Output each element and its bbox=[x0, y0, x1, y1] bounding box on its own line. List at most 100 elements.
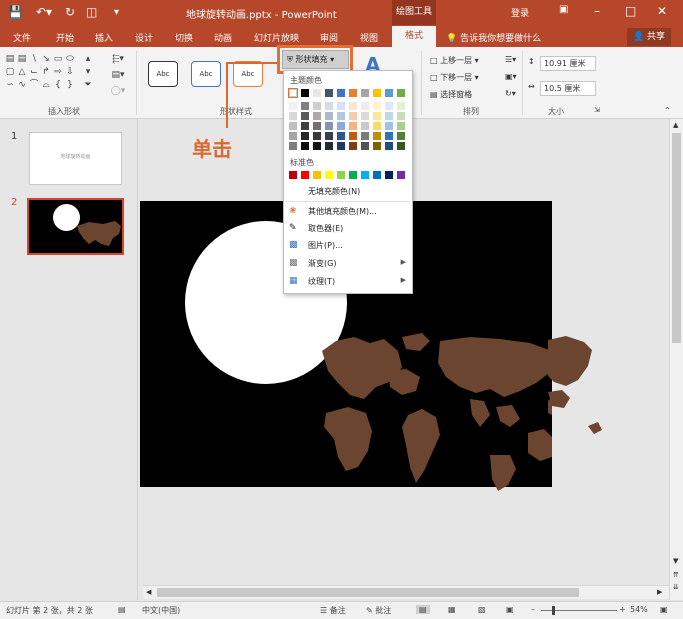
theme-shade-swatch[interactable] bbox=[313, 102, 321, 110]
theme-shade-swatch[interactable] bbox=[385, 102, 393, 110]
tab-review[interactable]: 审阅 bbox=[320, 31, 338, 44]
vertical-scroll-thumb[interactable] bbox=[672, 133, 681, 343]
textbox-vertical-shape-icon[interactable]: ▤ bbox=[17, 55, 27, 64]
merge-shapes-icon[interactable]: ◯▾ bbox=[110, 87, 126, 96]
shape-height-input[interactable]: 10.91 厘米 bbox=[540, 56, 596, 71]
theme-color-swatch[interactable] bbox=[385, 89, 393, 97]
share-button[interactable]: 👤 共享 bbox=[627, 28, 671, 46]
theme-shade-swatch[interactable] bbox=[301, 142, 309, 150]
theme-color-swatch[interactable] bbox=[288, 88, 298, 98]
theme-shade-swatch[interactable] bbox=[373, 122, 381, 130]
right-arrow-shape-icon[interactable]: ⇨ bbox=[53, 68, 63, 77]
menu-item-more-fill-colors[interactable]: ❀ 其他填充颜色(M)... bbox=[284, 203, 412, 220]
zoom-out-icon[interactable]: – bbox=[531, 605, 535, 614]
slide-sorter-view-icon[interactable]: ▦ bbox=[448, 605, 456, 614]
theme-shade-swatch[interactable] bbox=[397, 102, 405, 110]
edit-shape-icon[interactable]: ⬱▾ bbox=[110, 55, 126, 64]
theme-shade-swatch[interactable] bbox=[337, 132, 345, 140]
arc-shape-icon[interactable]: ⌒ bbox=[29, 81, 39, 90]
slideshow-view-icon[interactable]: ▣ bbox=[506, 605, 514, 614]
menu-item-gradient[interactable]: ▩ 渐变(G) ▶ bbox=[284, 255, 412, 272]
tab-design[interactable]: 设计 bbox=[135, 31, 153, 44]
elbow-connector-shape-icon[interactable]: ⌙ bbox=[29, 68, 39, 77]
zoom-level[interactable]: 54% bbox=[630, 605, 648, 614]
redo-icon[interactable]: ↻ bbox=[65, 5, 75, 19]
tab-insert[interactable]: 插入 bbox=[95, 31, 113, 44]
spelling-check-icon[interactable]: ▤ bbox=[118, 605, 126, 614]
tab-view[interactable]: 视图 bbox=[360, 31, 378, 44]
arrow-line-shape-icon[interactable]: ↘ bbox=[41, 55, 51, 64]
slide-thumbnail-2[interactable] bbox=[27, 198, 124, 255]
customize-toolbar-icon[interactable]: ▾ bbox=[114, 7, 119, 18]
theme-color-swatch[interactable] bbox=[325, 89, 333, 97]
language-indicator[interactable]: 中文(中国) bbox=[142, 605, 180, 616]
standard-color-swatch[interactable] bbox=[289, 171, 297, 179]
brace-shape-icon[interactable]: } bbox=[65, 81, 75, 90]
standard-color-swatch[interactable] bbox=[385, 171, 393, 179]
undo-icon[interactable]: ↶▾ bbox=[36, 5, 52, 19]
theme-shade-swatch[interactable] bbox=[385, 122, 393, 130]
standard-color-swatch[interactable] bbox=[349, 171, 357, 179]
theme-color-swatch[interactable] bbox=[397, 89, 405, 97]
tab-slideshow[interactable]: 幻灯片放映 bbox=[254, 31, 299, 44]
brace-shape-icon[interactable]: { bbox=[53, 81, 63, 90]
theme-shade-swatch[interactable] bbox=[313, 122, 321, 130]
menu-item-picture[interactable]: ▩ 图片(P)... bbox=[284, 237, 412, 254]
theme-shade-swatch[interactable] bbox=[289, 112, 297, 120]
previous-slide-icon[interactable]: ⇈ bbox=[673, 571, 679, 579]
shapes-gallery[interactable]: ▤ ▤ ∖ ↘ ▭ ⬭ ▢ △ ⌙ ↱ ⇨ ⇩ ∽ ∿ ⌒ ⌓ { } ▴ ▾ … bbox=[5, 55, 103, 97]
theme-shade-swatch[interactable] bbox=[337, 142, 345, 150]
theme-shade-swatch[interactable] bbox=[337, 112, 345, 120]
theme-shade-swatch[interactable] bbox=[373, 112, 381, 120]
align-icon[interactable]: ☰▾ bbox=[505, 55, 516, 64]
zoom-slider-thumb[interactable] bbox=[552, 606, 555, 615]
close-icon[interactable]: ✕ bbox=[657, 4, 667, 18]
down-arrow-shape-icon[interactable]: ⇩ bbox=[65, 68, 75, 77]
fit-slide-to-window-icon[interactable]: ▣ bbox=[660, 605, 668, 614]
theme-color-swatch[interactable] bbox=[313, 89, 321, 97]
gallery-scroll-down-icon[interactable]: ▾ bbox=[83, 68, 93, 77]
standard-color-swatch[interactable] bbox=[337, 171, 345, 179]
theme-shade-swatch[interactable] bbox=[325, 112, 333, 120]
theme-shade-swatch[interactable] bbox=[325, 132, 333, 140]
theme-shade-swatch[interactable] bbox=[373, 132, 381, 140]
text-box-icon[interactable]: ▤▾ bbox=[110, 71, 126, 80]
theme-shade-swatch[interactable] bbox=[397, 132, 405, 140]
vertical-scrollbar[interactable]: ▲ ▼ ⇈ ⇊ bbox=[669, 119, 683, 600]
scroll-up-icon[interactable]: ▲ bbox=[673, 121, 678, 129]
theme-shade-swatch[interactable] bbox=[385, 132, 393, 140]
collapse-ribbon-icon[interactable]: ⌃ bbox=[664, 106, 671, 115]
scroll-left-icon[interactable]: ◀ bbox=[146, 588, 151, 596]
send-backward-button[interactable]: □ 下移一层 ▾ bbox=[430, 72, 479, 83]
notes-button[interactable]: ☰ 备注 bbox=[320, 605, 346, 616]
standard-color-swatch[interactable] bbox=[361, 171, 369, 179]
theme-color-swatch[interactable] bbox=[301, 89, 309, 97]
rounded-rectangle-shape-icon[interactable]: ▢ bbox=[5, 68, 15, 77]
theme-shade-swatch[interactable] bbox=[325, 122, 333, 130]
bent-arrow-shape-icon[interactable]: ↱ bbox=[41, 68, 51, 77]
minimize-icon[interactable]: – bbox=[594, 4, 600, 18]
triangle-shape-icon[interactable]: △ bbox=[17, 68, 27, 77]
theme-shade-swatch[interactable] bbox=[349, 112, 357, 120]
theme-shade-swatch[interactable] bbox=[325, 102, 333, 110]
arc-shape-icon[interactable]: ⌓ bbox=[41, 81, 51, 90]
theme-shade-swatch[interactable] bbox=[313, 132, 321, 140]
theme-shade-swatch[interactable] bbox=[385, 112, 393, 120]
shape-width-input[interactable]: 10.5 厘米 bbox=[540, 81, 596, 96]
textbox-shape-icon[interactable]: ▤ bbox=[5, 55, 15, 64]
login-link[interactable]: 登录 bbox=[511, 6, 529, 19]
world-map-image-overflow-south[interactable] bbox=[490, 455, 550, 495]
standard-color-swatch[interactable] bbox=[301, 171, 309, 179]
selection-pane-button[interactable]: ▤ 选择窗格 bbox=[430, 89, 472, 100]
gallery-scroll-up-icon[interactable]: ▴ bbox=[83, 55, 93, 64]
bring-forward-button[interactable]: □ 上移一层 ▾ bbox=[430, 55, 479, 66]
oval-shape-icon[interactable]: ⬭ bbox=[65, 55, 75, 64]
menu-item-eyedropper[interactable]: ✎ 取色器(E) bbox=[284, 220, 412, 237]
horizontal-scrollbar[interactable]: ◀ ▶ bbox=[143, 585, 669, 599]
gallery-more-icon[interactable]: ⏷ bbox=[83, 81, 93, 90]
freeform-shape-icon[interactable]: ∽ bbox=[5, 81, 15, 90]
curve-shape-icon[interactable]: ∿ bbox=[17, 81, 27, 90]
standard-color-swatch[interactable] bbox=[325, 171, 333, 179]
theme-shade-swatch[interactable] bbox=[361, 102, 369, 110]
reading-view-icon[interactable]: ▧ bbox=[478, 605, 486, 614]
